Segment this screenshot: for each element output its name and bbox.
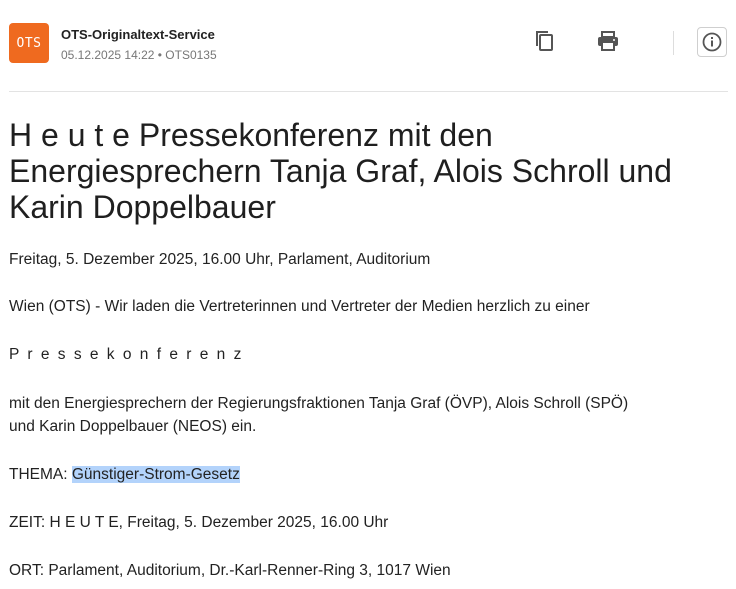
article-title: H e u t e Pressekonferenz mit den Energi… — [9, 117, 672, 225]
intro-paragraph: Wien (OTS) - Wir laden die Vertreterinne… — [9, 298, 590, 315]
print-icon — [598, 31, 618, 51]
thema-line: THEMA: Günstiger-Strom-Gesetz — [9, 463, 240, 487]
publish-meta: 05.12.2025 14:22 • OTS0135 — [61, 48, 217, 62]
ort-line: ORT: Parlament, Auditorium, Dr.-Karl-Ren… — [9, 562, 451, 579]
article-subtitle: Freitag, 5. Dezember 2025, 16.00 Uhr, Pa… — [9, 251, 431, 268]
header-divider — [9, 91, 728, 92]
zeit-line: ZEIT: H E U T E, Freitag, 5. Dezember 20… — [9, 514, 389, 531]
toolbar-divider — [673, 31, 674, 55]
thema-value-selected[interactable]: Günstiger-Strom-Gesetz — [71, 466, 240, 483]
print-button[interactable] — [594, 27, 622, 55]
info-icon — [702, 32, 722, 52]
source-name[interactable]: OTS-Originaltext-Service — [61, 27, 215, 42]
participants-line-2: und Karin Doppelbauer (NEOS) ein. — [9, 418, 257, 435]
copy-button[interactable] — [530, 27, 558, 55]
article-header: OTS OTS-Originaltext-Service 05.12.2025 … — [0, 0, 736, 92]
pressekonferenz-line: P r e s s e k o n f e r e n z — [9, 346, 244, 363]
info-button[interactable] — [697, 27, 727, 57]
ots-logo: OTS — [9, 23, 49, 63]
copy-icon — [536, 31, 553, 51]
participants-line-1: mit den Energiesprechern der Regierungsf… — [9, 395, 629, 412]
thema-label: THEMA: — [9, 466, 72, 483]
